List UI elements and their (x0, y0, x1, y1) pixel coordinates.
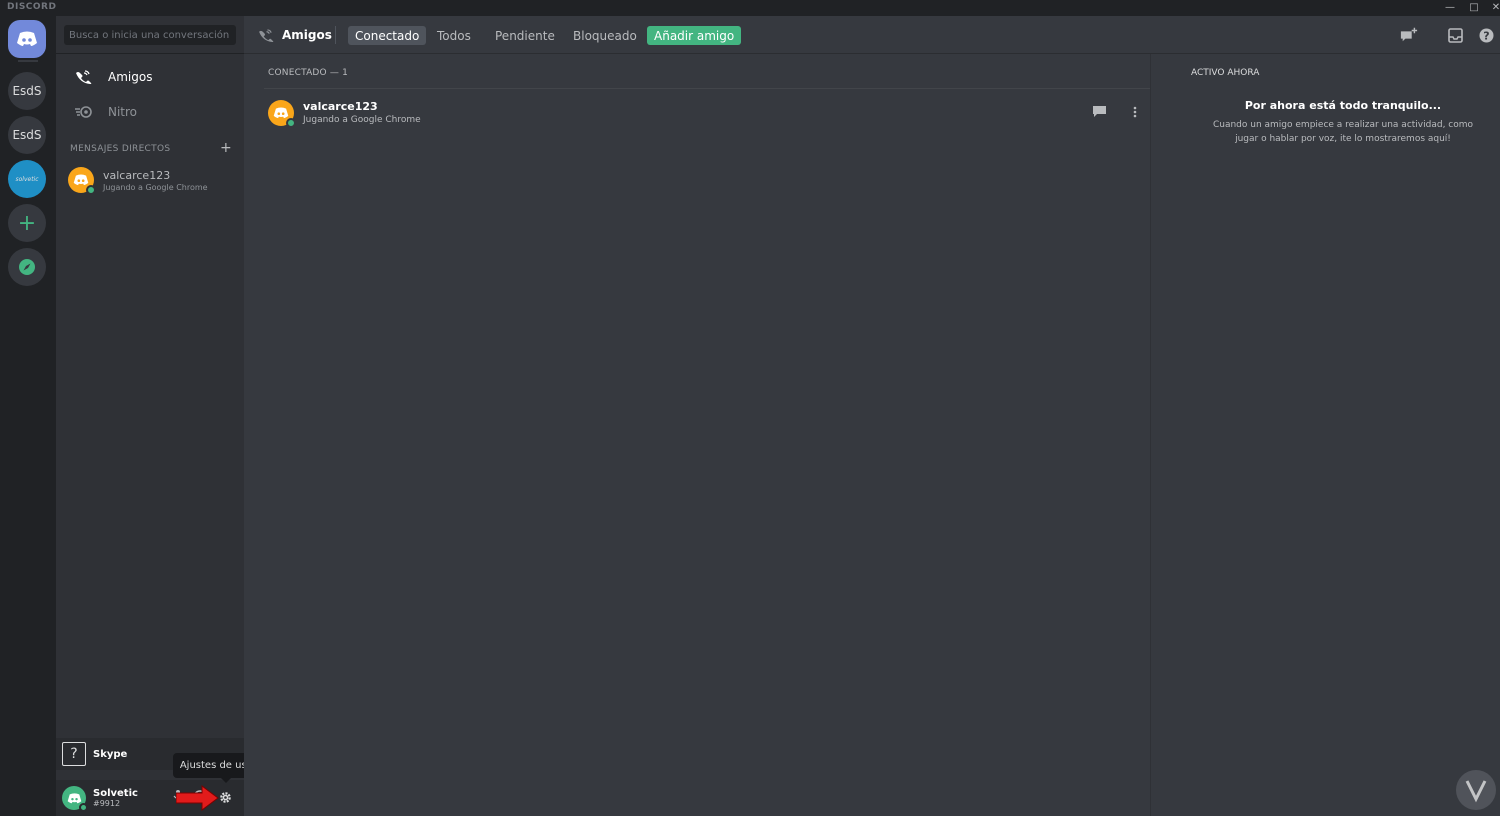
unknown-game-icon: ? (62, 742, 86, 766)
add-server-button[interactable]: + (8, 204, 46, 242)
search-input[interactable] (64, 25, 236, 45)
inbox-icon[interactable] (1446, 26, 1464, 44)
main-panel: Amigos Conectado Todos Pendiente Bloquea… (244, 16, 1500, 816)
page-title: Amigos (258, 16, 332, 54)
nitro-icon (74, 106, 94, 118)
server-rail: EsdS EsdS solvetic + (0, 16, 56, 816)
tab-blocked[interactable]: Bloqueado (566, 26, 644, 45)
compass-icon (19, 259, 35, 275)
dm-item-valcarce123[interactable]: valcarce123 Jugando a Google Chrome (64, 161, 236, 199)
server-label: EsdS (12, 84, 42, 98)
discord-avatar-icon (67, 792, 81, 803)
friends-list-panel: CONECTADO — 1 valcarce123 Jugando a Goog… (244, 54, 1150, 816)
activity-name: Skype (93, 748, 128, 760)
online-section-header: CONECTADO — 1 (268, 68, 349, 78)
user-tag: #9912 (93, 799, 121, 808)
active-now-header: ACTIVO AHORA (1191, 68, 1260, 78)
topbar-divider (335, 26, 336, 44)
new-group-dm-icon[interactable] (1400, 26, 1418, 44)
friends-wave-icon (74, 70, 94, 84)
dm-status: Jugando a Google Chrome (103, 182, 208, 192)
add-friend-button[interactable]: Añadir amigo (647, 26, 742, 45)
dm-section-header: MENSAJES DIRECTOS + (70, 140, 232, 156)
explore-servers-button[interactable] (8, 248, 46, 286)
server-label: solvetic (15, 175, 39, 183)
message-icon[interactable] (1090, 103, 1108, 121)
dm-sidebar: Amigos Nitro MENSAJES DIRECTOS + (56, 16, 279, 816)
page-title-label: Amigos (282, 28, 332, 42)
discord-app: DISCORD — □ ✕ EsdS EsdS solvetic + Busca… (0, 0, 1500, 816)
discord-avatar-icon (73, 174, 89, 186)
sidebar-item-label: Nitro (108, 105, 138, 119)
user-name: Solvetic (93, 788, 138, 799)
minimize-icon[interactable]: — (1440, 0, 1460, 16)
server-label: EsdS (12, 128, 42, 142)
more-options-icon[interactable] (1126, 103, 1144, 121)
avatar (268, 99, 296, 128)
create-dm-button[interactable]: + (220, 140, 232, 156)
friends-wave-icon (258, 28, 275, 42)
discord-avatar-icon (273, 107, 289, 118)
svg-text:?: ? (1483, 29, 1489, 42)
user-avatar[interactable] (62, 786, 88, 812)
friend-status: Jugando a Google Chrome (303, 115, 421, 125)
help-icon[interactable]: ? (1477, 26, 1495, 44)
online-status-icon (79, 803, 88, 812)
avatar (68, 167, 96, 195)
sidebar-item-label: Amigos (108, 70, 153, 84)
maximize-icon[interactable]: □ (1464, 0, 1484, 16)
app-brand: DISCORD (7, 2, 57, 12)
tab-online[interactable]: Conectado (348, 26, 427, 45)
friend-row-valcarce123[interactable]: valcarce123 Jugando a Google Chrome (264, 88, 1150, 136)
watermark-logo-icon (1456, 770, 1496, 810)
search-bar (56, 16, 244, 54)
rail-divider (18, 60, 38, 62)
plus-icon: + (17, 210, 37, 236)
online-status-icon (286, 117, 296, 128)
server-esds-1[interactable]: EsdS (8, 72, 46, 110)
sidebar-item-nitro[interactable]: Nitro (64, 97, 236, 127)
active-now-title: Por ahora está todo tranquilo... (1244, 99, 1442, 112)
title-bar: DISCORD — □ ✕ (0, 0, 1500, 16)
dm-name: valcarce123 (103, 168, 171, 182)
server-solvetic[interactable]: solvetic (8, 160, 46, 198)
dm-header-label: MENSAJES DIRECTOS (70, 144, 171, 154)
tab-pending[interactable]: Pendiente (488, 26, 562, 45)
active-now-description: Cuando un amigo empiece a realizar una a… (1212, 120, 1474, 144)
server-esds-2[interactable]: EsdS (8, 116, 46, 154)
friend-name: valcarce123 (303, 100, 378, 113)
close-icon[interactable]: ✕ (1486, 0, 1500, 16)
annotation-arrow-icon (176, 785, 219, 811)
sidebar-item-friends[interactable]: Amigos (64, 62, 236, 92)
discord-logo-icon (17, 31, 37, 46)
friends-topbar: Amigos Conectado Todos Pendiente Bloquea… (244, 16, 1500, 54)
online-status-icon (86, 185, 96, 195)
home-button[interactable] (8, 20, 46, 58)
tab-all[interactable]: Todos (430, 26, 478, 45)
active-now-panel: ACTIVO AHORA Por ahora está todo tranqui… (1150, 54, 1500, 816)
